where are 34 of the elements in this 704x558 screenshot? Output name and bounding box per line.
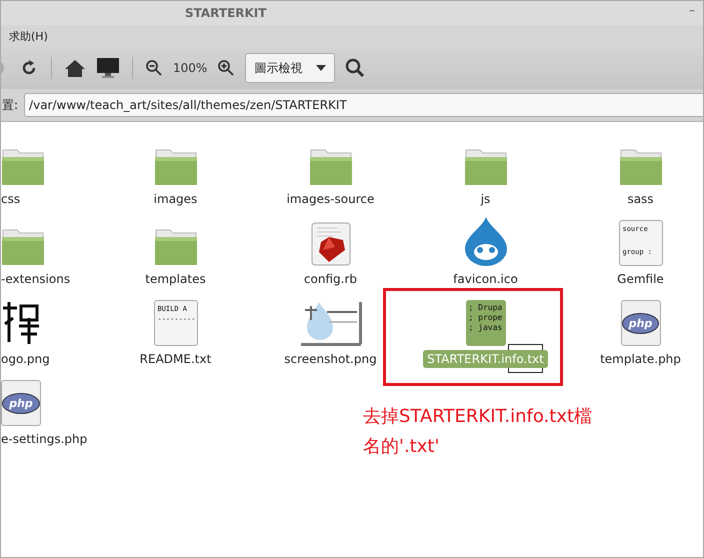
monitor-icon[interactable] [96,57,120,79]
file-name[interactable]: e-settings.php [1,430,92,448]
search-icon[interactable] [345,58,366,78]
file-name[interactable]: favicon.ico [449,270,522,288]
caret-icon [316,65,326,71]
file-name[interactable]: template.php [596,350,685,368]
file-name[interactable]: ogo.png [1,350,54,368]
file-name[interactable]: js [476,190,494,208]
file-name[interactable]: Gemfile [613,270,668,288]
file-name[interactable]: screenshot.png [280,350,381,368]
php-file-icon: php [1,380,41,426]
file-name[interactable]: sass [623,190,658,208]
ruby-file-icon [310,222,350,266]
file-name[interactable]: images-source [282,190,378,208]
location-field[interactable]: /var/www/teach_art/sites/all/themes/zen/STARTERKIT [24,93,703,117]
annotation-text: 去掉STARTERKIT.info.txt檔 名的'.txt' [363,405,592,458]
file-name[interactable]: images [150,190,202,208]
menu-item[interactable]: 求助(H) [9,28,48,44]
view-mode-dropdown[interactable]: 圖示檢視 [245,53,336,83]
window-title: STARTERKIT [185,6,266,20]
text-file-icon: ; Drupa ; prope ; javas [466,300,506,346]
minimize-button[interactable]: – [689,3,695,17]
zoom-in-icon[interactable] [217,59,236,77]
home-icon[interactable] [64,58,86,78]
zoom-out-icon[interactable] [145,59,163,77]
file-name[interactable]: README.txt [136,350,216,368]
file-name[interactable]: config.rb [300,270,362,288]
water-drop-icon [464,216,508,266]
file-name[interactable]: -extensions [1,270,74,288]
zoom-level: 100% [173,61,208,75]
php-file-icon: php [620,300,660,346]
file-name[interactable]: css [1,190,24,208]
location-label: 置: [2,96,18,114]
file-name[interactable]: templates [141,270,210,288]
